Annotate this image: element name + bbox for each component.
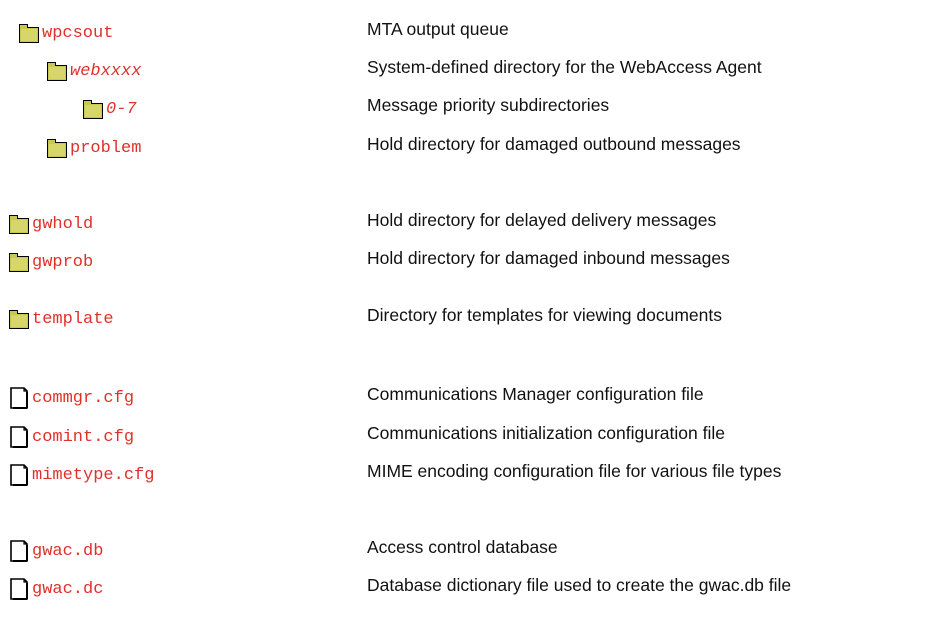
tree-row-template: template Directory for templates for vie…: [0, 300, 950, 330]
tree-row-mimetype: mimetype.cfg MIME encoding configuration…: [0, 456, 950, 486]
entry-description: Communications initialization configurat…: [367, 422, 725, 443]
tree-entry-gwac-dc[interactable]: gwac.dc: [8, 570, 103, 600]
tree-row-gwac-dc: gwac.dc Database dictionary file used to…: [0, 570, 950, 600]
folder-icon: [8, 251, 30, 273]
entry-description: Message priority subdirectories: [367, 94, 610, 115]
folder-icon: [8, 308, 30, 330]
tree-entry-problem[interactable]: problem: [46, 129, 141, 159]
tree-row-0-7: 0-7 Message priority subdirectories: [0, 90, 950, 120]
entry-description: Communications Manager configuration fil…: [367, 383, 704, 404]
tree-row-comint: comint.cfg Communications initialization…: [0, 418, 950, 448]
tree-entry-template[interactable]: template: [8, 300, 114, 330]
entry-description: Hold directory for damaged inbound messa…: [367, 247, 730, 268]
entry-name[interactable]: problem: [70, 139, 141, 159]
tree-entry-mimetype[interactable]: mimetype.cfg: [8, 456, 154, 486]
entry-description: MTA output queue: [367, 18, 509, 39]
file-icon: [8, 464, 30, 486]
tree-row-gwac-db: gwac.db Access control database: [0, 532, 950, 562]
file-icon: [8, 387, 30, 409]
tree-entry-wpcsout[interactable]: wpcsout: [18, 14, 113, 44]
entry-description: Hold directory for delayed delivery mess…: [367, 209, 717, 230]
tree-row-problem: problem Hold directory for damaged outbo…: [0, 129, 950, 159]
entry-description: Access control database: [367, 536, 558, 557]
folder-icon: [82, 98, 104, 120]
tree-row-commgr: commgr.cfg Communications Manager config…: [0, 379, 950, 409]
entry-name[interactable]: webxxxx: [70, 62, 141, 82]
tree-row-webxxxx: webxxxx System-defined directory for the…: [0, 52, 950, 82]
tree-entry-webxxxx[interactable]: webxxxx: [46, 52, 141, 82]
tree-entry-commgr[interactable]: commgr.cfg: [8, 379, 134, 409]
file-icon: [8, 426, 30, 448]
tree-entry-gwhold[interactable]: gwhold: [8, 205, 93, 235]
tree-row-wpcsout: wpcsout MTA output queue: [0, 14, 950, 44]
entry-name[interactable]: comint.cfg: [32, 428, 134, 448]
file-icon: [8, 540, 30, 562]
file-icon: [8, 578, 30, 600]
entry-description: Hold directory for damaged outbound mess…: [367, 133, 741, 154]
entry-description: System-defined directory for the WebAcce…: [367, 56, 762, 77]
tree-entry-gwac-db[interactable]: gwac.db: [8, 532, 103, 562]
entry-name[interactable]: gwprob: [32, 253, 93, 273]
tree-entry-comint[interactable]: comint.cfg: [8, 418, 134, 448]
tree-entry-gwprob[interactable]: gwprob: [8, 243, 93, 273]
entry-name[interactable]: gwac.db: [32, 542, 103, 562]
folder-icon: [46, 137, 68, 159]
tree-entry-0-7[interactable]: 0-7: [82, 90, 137, 120]
entry-description: Directory for templates for viewing docu…: [367, 304, 722, 325]
folder-icon: [18, 22, 40, 44]
entry-name[interactable]: 0-7: [106, 100, 137, 120]
entry-name[interactable]: wpcsout: [42, 24, 113, 44]
entry-description: Database dictionary file used to create …: [367, 574, 792, 595]
entry-name[interactable]: gwhold: [32, 215, 93, 235]
folder-icon: [46, 60, 68, 82]
entry-name[interactable]: commgr.cfg: [32, 389, 134, 409]
folder-icon: [8, 213, 30, 235]
tree-row-gwhold: gwhold Hold directory for delayed delive…: [0, 205, 950, 235]
entry-name[interactable]: mimetype.cfg: [32, 466, 154, 486]
tree-row-gwprob: gwprob Hold directory for damaged inboun…: [0, 243, 950, 273]
entry-name[interactable]: gwac.dc: [32, 580, 103, 600]
entry-description: MIME encoding configuration file for var…: [367, 460, 782, 481]
entry-name[interactable]: template: [32, 310, 114, 330]
